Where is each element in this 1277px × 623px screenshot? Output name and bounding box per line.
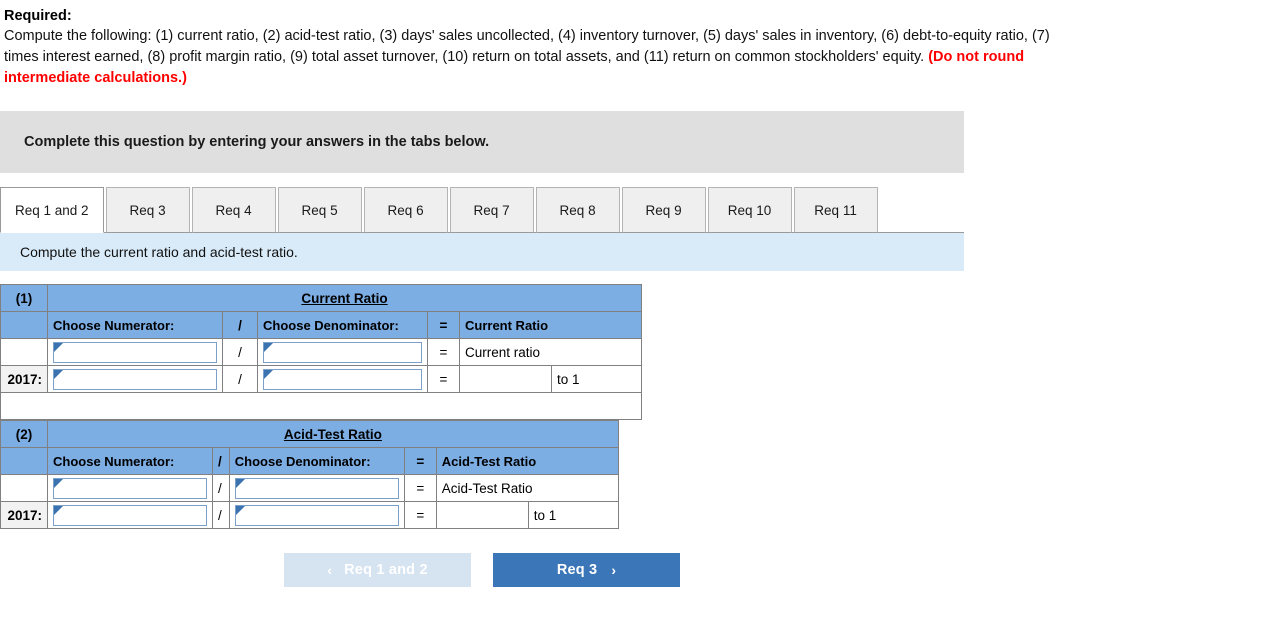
table-spacer-cell <box>0 392 642 420</box>
table2-row2-numerator-dropdown[interactable] <box>53 504 207 526</box>
table1-row2-suffix: to 1 <box>551 365 642 393</box>
table1-row1-slash: / <box>222 338 258 366</box>
tab-req-3[interactable]: Req 3 <box>105 187 190 233</box>
tab-req-1-and-2[interactable]: Req 1 and 2 <box>0 187 104 233</box>
instruction-text: Compute the current ratio and acid-test … <box>20 244 298 260</box>
table1-col-slash: / <box>222 311 258 339</box>
next-req-label: Req 3 <box>556 562 598 578</box>
table1-row1-label <box>0 338 48 366</box>
table1-row1-result-label: Current ratio <box>459 338 642 366</box>
table2-title: Acid-Test Ratio <box>47 420 619 448</box>
table2-row1-equals: = <box>403 474 437 502</box>
table1-col-numerator: Choose Numerator: <box>47 311 223 339</box>
table1-title-text: Current Ratio <box>301 290 388 306</box>
table1-row1-equals: = <box>427 338 460 366</box>
tab-navigation: ‹ Req 1 and 2 Req 3 › <box>0 553 964 587</box>
table2-row1-numerator-dropdown[interactable] <box>53 477 207 499</box>
required-description-text: Compute the following: (1) current ratio… <box>4 28 1050 65</box>
table2-row1-denominator-dropdown[interactable] <box>234 477 399 499</box>
table2-col-result: Acid-Test Ratio <box>435 447 619 475</box>
table1-row2-equals: = <box>427 365 460 393</box>
table2-row2-year: 2017: <box>0 501 48 529</box>
table1-row2-answer-input[interactable] <box>459 365 552 393</box>
table2-index: (2) <box>0 420 48 448</box>
table1-corner-blank <box>0 311 48 339</box>
tab-req-11[interactable]: Req 11 <box>793 187 878 233</box>
next-req-button[interactable]: Req 3 › <box>493 553 680 587</box>
required-heading: Required: <box>4 8 72 24</box>
table2-title-text: Acid-Test Ratio <box>283 426 382 442</box>
table1-row2-numerator-dropdown[interactable] <box>53 368 217 390</box>
tab-req-9[interactable]: Req 9 <box>621 187 706 233</box>
table2-row2-slash: / <box>212 501 230 529</box>
table-row: 2017: / = to 1 <box>0 501 619 529</box>
table1-col-denominator: Choose Denominator: <box>257 311 428 339</box>
table-row: Choose Numerator: / Choose Denominator: … <box>0 447 619 475</box>
prev-req-button[interactable]: ‹ Req 1 and 2 <box>284 553 471 587</box>
table2-row2-denominator-dropdown[interactable] <box>234 504 399 526</box>
table1-row2-denominator-dropdown[interactable] <box>263 368 422 390</box>
instruction-strip: Compute the current ratio and acid-test … <box>0 233 964 271</box>
requirement-tabs: Req 1 and 2 Req 3 Req 4 Req 5 Req 6 Req 7 Req … <box>0 187 964 233</box>
table1-row2-year: 2017: <box>0 365 48 393</box>
table2-row2-denominator-cell[interactable] <box>228 501 405 529</box>
table1-row1-denominator-cell[interactable] <box>257 338 428 366</box>
tab-req-7[interactable]: Req 7 <box>449 187 534 233</box>
table1-index: (1) <box>0 284 48 312</box>
ratio-tables: (1) Current Ratio Choose Numerator: / Ch… <box>0 284 1277 529</box>
table1-row1-denominator-dropdown[interactable] <box>263 341 422 363</box>
table2-corner-blank <box>0 447 48 475</box>
table-row: (1) Current Ratio <box>0 284 642 312</box>
table1-col-result: Current Ratio <box>459 311 642 339</box>
chevron-left-icon: ‹ <box>327 562 333 578</box>
table2-row1-label <box>0 474 48 502</box>
table-row: 2017: / = to 1 <box>0 365 642 393</box>
tab-req-5[interactable]: Req 5 <box>277 187 362 233</box>
table2-row1-result-label: Acid-Test Ratio <box>435 474 619 502</box>
table1-row2-numerator-cell[interactable] <box>47 365 223 393</box>
table1-col-equals: = <box>427 311 460 339</box>
complete-question-banner: Complete this question by entering your … <box>0 111 964 173</box>
current-ratio-table: (1) Current Ratio Choose Numerator: / Ch… <box>0 284 642 420</box>
table-spacer-row <box>0 392 642 420</box>
table2-row1-numerator-cell[interactable] <box>47 474 213 502</box>
table2-row2-suffix: to 1 <box>527 501 619 529</box>
table2-row2-answer-input[interactable] <box>435 501 529 529</box>
complete-question-text: Complete this question by entering your … <box>24 134 490 150</box>
chevron-right-icon: › <box>611 562 617 578</box>
table2-row2-equals: = <box>403 501 437 529</box>
table-row: / = Current ratio <box>0 338 642 366</box>
table-row: (2) Acid-Test Ratio <box>0 420 619 448</box>
table-row: / = Acid-Test Ratio <box>0 474 619 502</box>
acid-test-ratio-table: (2) Acid-Test Ratio Choose Numerator: / … <box>0 420 619 529</box>
table2-row2-numerator-cell[interactable] <box>47 501 213 529</box>
table2-col-numerator: Choose Numerator: <box>47 447 213 475</box>
table1-row1-numerator-dropdown[interactable] <box>53 341 217 363</box>
tab-req-10[interactable]: Req 10 <box>707 187 792 233</box>
table2-col-denominator: Choose Denominator: <box>228 447 405 475</box>
table1-row2-slash: / <box>222 365 258 393</box>
required-section: Required: Compute the following: (1) cur… <box>0 0 1277 89</box>
tab-req-4[interactable]: Req 4 <box>191 187 276 233</box>
table-row: Choose Numerator: / Choose Denominator: … <box>0 311 642 339</box>
table2-row1-denominator-cell[interactable] <box>228 474 405 502</box>
table2-col-slash: / <box>212 447 230 475</box>
table1-title: Current Ratio <box>47 284 642 312</box>
table2-col-equals: = <box>403 447 437 475</box>
table2-row1-slash: / <box>212 474 230 502</box>
required-description: Compute the following: (1) current ratio… <box>4 26 1079 89</box>
table1-row2-denominator-cell[interactable] <box>257 365 428 393</box>
tab-req-6[interactable]: Req 6 <box>363 187 448 233</box>
prev-req-label: Req 1 and 2 <box>344 562 428 578</box>
table1-row1-numerator-cell[interactable] <box>47 338 223 366</box>
tab-req-8[interactable]: Req 8 <box>535 187 620 233</box>
